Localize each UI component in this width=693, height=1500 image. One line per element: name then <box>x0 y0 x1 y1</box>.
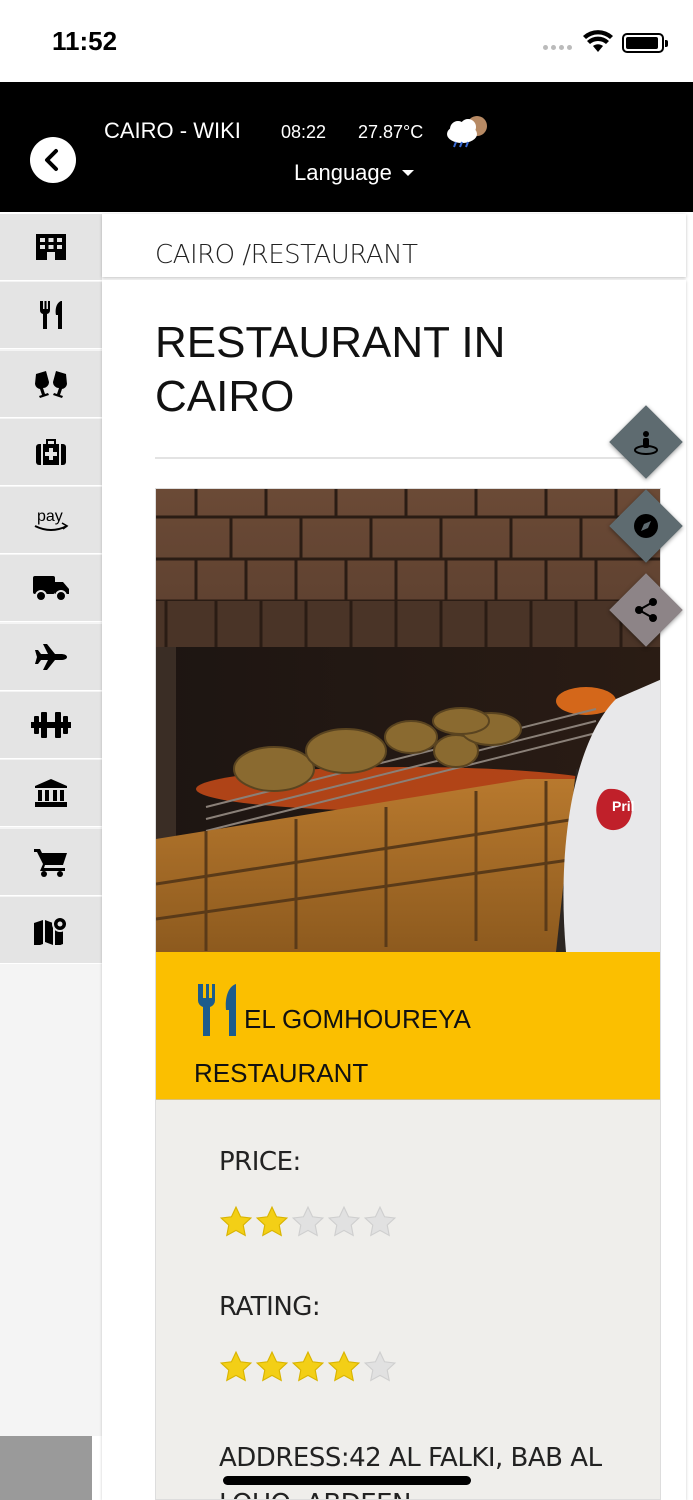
hotel-icon <box>36 234 66 260</box>
storm-cloud-icon <box>447 116 487 148</box>
star-filled-icon <box>255 1350 289 1382</box>
category-sidebar: pay <box>0 214 102 1436</box>
star-filled-icon <box>255 1205 289 1237</box>
divider <box>155 457 661 459</box>
local-time: 08:22 <box>281 122 327 142</box>
rating-stars <box>219 1350 397 1384</box>
star-empty-icon <box>327 1205 361 1237</box>
person-pin-icon <box>634 431 658 455</box>
restaurant-name-band[interactable]: EL GOMHOUREYA RESTAURANT <box>156 952 660 1100</box>
airplane-icon <box>35 643 67 670</box>
app-title: CAIRO - WIKI <box>104 118 241 143</box>
language-dropdown[interactable]: Language <box>294 160 414 186</box>
rating-label: RATING: <box>219 1292 321 1322</box>
sidebar-item-hotel[interactable] <box>0 214 102 281</box>
svg-text:Pril: Pril <box>612 798 635 814</box>
star-empty-icon <box>363 1205 397 1237</box>
star-filled-icon <box>219 1205 253 1237</box>
app-header: CAIRO - WIKI 08:22 27.87°C Language <box>0 82 693 212</box>
sidebar-item-gym[interactable] <box>0 692 102 760</box>
truck-icon <box>33 576 69 603</box>
restaurant-photo[interactable]: Pril <box>156 489 660 952</box>
svg-text:pay: pay <box>37 508 63 525</box>
star-filled-icon <box>219 1350 253 1382</box>
chevron-left-icon <box>45 149 58 171</box>
language-label: Language <box>294 160 392 185</box>
star-empty-icon <box>363 1350 397 1382</box>
map-icon <box>34 915 68 945</box>
star-filled-icon <box>291 1350 325 1382</box>
bank-icon <box>35 779 67 808</box>
amazon-pay-icon: pay <box>34 508 69 532</box>
share-icon <box>635 598 657 622</box>
sidebar-item-bank[interactable] <box>0 760 102 828</box>
sidebar-item-restaurant[interactable] <box>0 282 102 350</box>
price-label: PRICE: <box>219 1147 301 1177</box>
battery-icon <box>622 33 668 53</box>
sidebar-item-flights[interactable] <box>0 623 102 691</box>
home-indicator <box>223 1476 471 1485</box>
sidebar-bottom-panel <box>0 1436 92 1500</box>
gym-icon <box>31 712 71 739</box>
restaurant-name[interactable]: EL GOMHOUREYA RESTAURANT <box>194 982 634 1100</box>
compass-icon <box>634 514 658 538</box>
restaurant-icon <box>197 984 236 1036</box>
medical-icon <box>36 438 66 465</box>
sidebar-item-medical[interactable] <box>0 418 102 486</box>
sidebar-item-shopping[interactable] <box>0 828 102 896</box>
divider <box>156 1099 660 1100</box>
wifi-icon <box>583 30 613 52</box>
sidebar-item-drinks[interactable] <box>0 350 102 418</box>
sidebar-item-map[interactable] <box>0 896 102 964</box>
restaurant-icon <box>39 301 62 330</box>
back-button[interactable] <box>30 137 76 183</box>
breadcrumb-bar: CAIRO /RESTAURANT <box>102 214 686 277</box>
price-stars <box>219 1205 397 1239</box>
cart-icon <box>34 848 67 877</box>
star-empty-icon <box>291 1205 325 1237</box>
temperature: 27.87°C <box>358 122 424 142</box>
address: ADDRESS:42 AL FALKI, BAB AL LOUQ, ABDEEN <box>219 1443 602 1499</box>
status-time: 11:52 <box>52 26 118 56</box>
page-title: RESTAURANT IN CAIRO <box>155 318 506 421</box>
restaurant-card[interactable]: Pril EL GOMHOUREYA RESTAURANT PRICE: RAT… <box>155 488 661 1500</box>
star-filled-icon <box>327 1350 361 1382</box>
drinks-icon <box>35 370 67 398</box>
status-bar: 11:52 <box>0 0 693 82</box>
breadcrumb: CAIRO /RESTAURANT <box>155 240 418 270</box>
sidebar-item-pay[interactable]: pay <box>0 487 102 555</box>
signal-icon <box>543 45 572 50</box>
caret-down-icon <box>401 170 414 176</box>
sidebar-item-transport[interactable] <box>0 555 102 623</box>
